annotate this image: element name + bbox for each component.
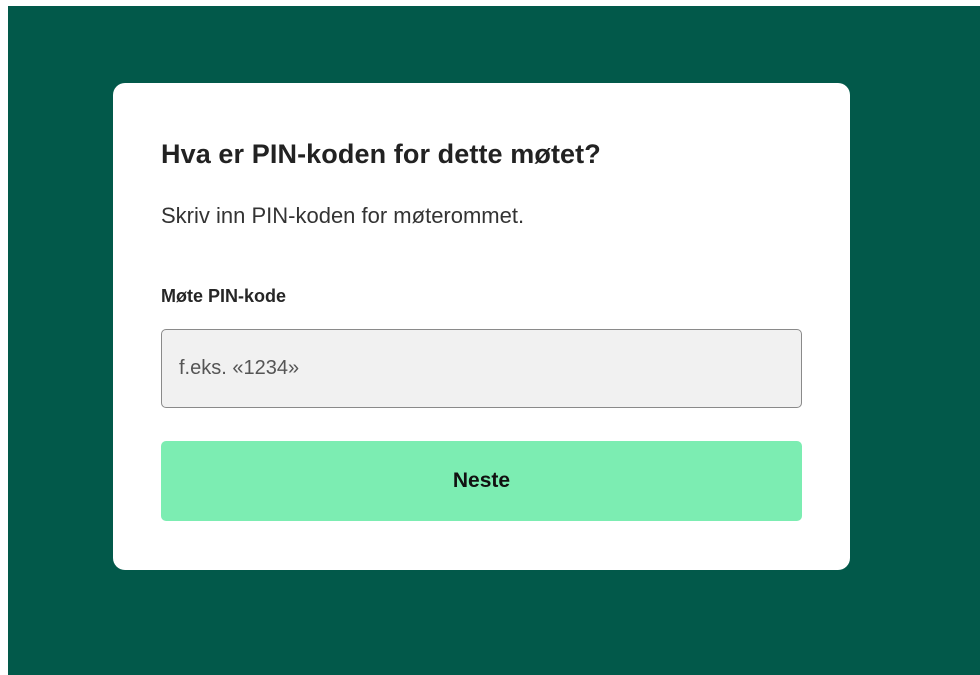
dialog-title: Hva er PIN-koden for dette møtet? (161, 139, 601, 169)
pin-dialog: Hva er PIN-koden for dette møtet? Skriv … (113, 83, 850, 570)
dialog-subtitle: Skriv inn PIN-koden for møterommet. (161, 203, 525, 228)
pin-field-label: Møte PIN-kode (161, 286, 287, 306)
next-button[interactable]: Neste (161, 441, 802, 521)
pin-input[interactable] (161, 329, 802, 408)
page-background: Hva er PIN-koden for dette møtet? Skriv … (8, 6, 980, 675)
